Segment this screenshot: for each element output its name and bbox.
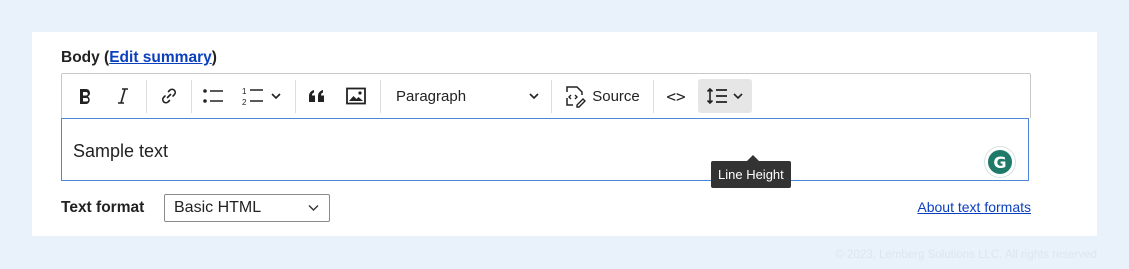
bulleted-list-icon [203,89,223,103]
line-height-tooltip: Line Height [711,155,791,188]
toolbar-separator [191,80,192,113]
bold-icon [80,89,90,104]
svg-text:1: 1 [242,87,247,96]
svg-text:2: 2 [242,98,247,107]
editor-toolbar: 1 2 Paragraph Source <> [61,73,1031,118]
link-button[interactable] [152,79,186,113]
toolbar-separator [653,80,654,113]
line-height-icon [706,87,727,105]
field-label: Body (Edit summary) [61,49,217,67]
chevron-down-icon [733,93,743,100]
field-label-open-paren: ( [99,49,110,66]
grammarly-icon: G [988,150,1012,174]
numbered-list-icon: 1 2 [242,87,263,107]
line-height-button[interactable] [698,79,752,113]
toolbar-separator [295,80,296,113]
italic-button[interactable] [106,79,140,113]
bulleted-list-button[interactable] [196,79,230,113]
grammarly-button[interactable]: G [985,147,1015,177]
blockquote-button[interactable] [300,79,334,113]
toolbar-separator [146,80,147,113]
italic-icon [118,88,128,104]
text-format-select[interactable]: Basic HTML [164,194,330,222]
source-button[interactable]: Source [557,79,647,113]
toolbar-separator [551,80,552,113]
chevron-down-icon [270,93,281,100]
image-icon [346,87,366,105]
copyright-watermark: © 2023, Lemberg Solutions LLC. All right… [835,249,1097,261]
code-button[interactable]: <> [659,79,693,113]
text-format-label: Text format [61,199,145,216]
editor-content-text[interactable]: Sample text [73,141,168,162]
numbered-list-button[interactable]: 1 2 [234,79,288,113]
field-label-text: Body [61,49,100,66]
chevron-down-icon [529,93,539,100]
rich-text-editor: 1 2 Paragraph Source <> Sample text G Li… [61,73,1031,188]
source-label: Source [592,87,640,105]
text-format-row: Text format Basic HTML About text format… [61,194,1031,222]
code-icon: <> [666,86,686,106]
body-field-card: Body (Edit summary) 1 2 Paragraph Source… [32,32,1097,236]
editor-content-area[interactable]: Sample text G [61,118,1029,181]
heading-dropdown-value: Paragraph [396,87,467,105]
text-format-selected: Basic HTML [174,199,262,216]
chevron-down-icon [308,205,319,211]
insert-image-button[interactable] [339,79,373,113]
blockquote-icon [309,90,324,102]
toolbar-separator [380,80,381,113]
heading-dropdown[interactable]: Paragraph [386,79,546,113]
bold-button[interactable] [68,79,102,113]
about-text-formats-link[interactable]: About text formats [917,199,1031,215]
field-label-close-paren: ) [211,49,217,66]
link-icon [162,88,176,104]
source-icon [566,86,587,108]
edit-summary-link[interactable]: Edit summary [109,49,212,66]
